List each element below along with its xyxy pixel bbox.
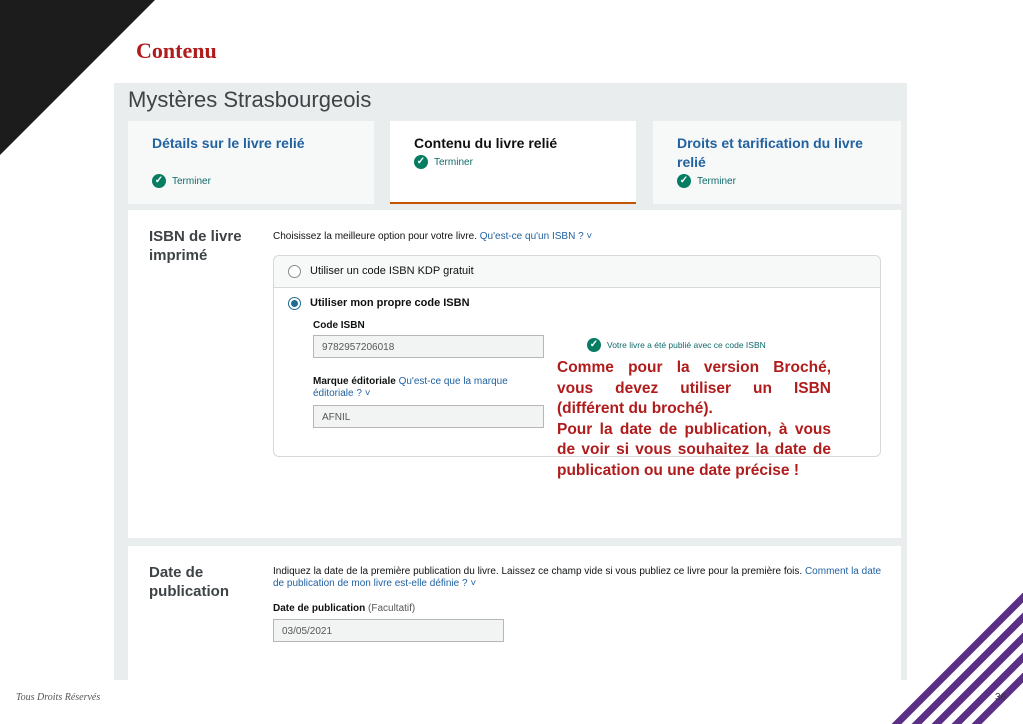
- chevron-down-icon: ˅: [467, 578, 477, 589]
- footer-copyright: Tous Droits Réservés: [16, 692, 101, 703]
- status-text: Terminer: [697, 175, 736, 187]
- date-intro: Indiquez la date de la première publicat…: [273, 566, 882, 589]
- option-own-label: Utiliser mon propre code ISBN: [310, 297, 470, 309]
- check-icon: ✓: [152, 174, 166, 188]
- isbn-published-message: ✓ Votre livre a été publié avec ce code …: [587, 338, 766, 352]
- publication-date-input[interactable]: 03/05/2021: [273, 619, 504, 642]
- date-field-label-row: Date de publication (Facultatif): [273, 603, 415, 614]
- check-icon: ✓: [414, 155, 428, 169]
- date-section-label: Date de publication: [149, 564, 229, 600]
- tab-label: Contenu du livre relié: [414, 135, 558, 151]
- optional-tag: (Facultatif): [368, 603, 416, 614]
- radio-free-isbn[interactable]: [288, 265, 301, 278]
- tab-hardcover-rights-pricing[interactable]: Droits et tarification du livre relié ✓ …: [653, 121, 901, 204]
- isbn-intro: Choisissez la meilleure option pour votr…: [273, 231, 593, 242]
- tab-status: ✓ Terminer: [414, 155, 473, 169]
- callout-line-1: Comme pour la version Broché, vous devez…: [557, 359, 831, 417]
- page-number: 36: [995, 692, 1007, 703]
- slide-title: Contenu: [136, 38, 217, 63]
- tab-status: ✓ Terminer: [677, 174, 736, 188]
- corner-stripes-decoration: [888, 589, 1023, 724]
- isbn-help-link[interactable]: Qu'est-ce qu'un ISBN ?: [480, 231, 584, 242]
- imprint-label-row: Marque éditoriale Qu'est-ce que la marqu…: [313, 376, 533, 400]
- radio-own-isbn[interactable]: [288, 297, 301, 310]
- publication-date-panel: Date de publication Indiquez la date de …: [128, 546, 901, 680]
- option-free-label: Utiliser un code ISBN KDP gratuit: [310, 265, 474, 277]
- tab-hardcover-content[interactable]: Contenu du livre relié ✓ Terminer: [390, 121, 636, 204]
- tab-label: Droits et tarification du livre relié: [677, 135, 863, 170]
- check-icon: ✓: [587, 338, 601, 352]
- tab-status: ✓ Terminer: [152, 174, 211, 188]
- isbn-input[interactable]: 9782957206018: [313, 335, 544, 358]
- imprint-field-label: Marque éditoriale: [313, 376, 396, 387]
- book-title: Mystères Strasbourgeois: [128, 87, 372, 112]
- chevron-down-icon: ˅: [361, 388, 371, 399]
- status-text: Terminer: [434, 156, 473, 168]
- check-icon: ✓: [677, 174, 691, 188]
- isbn-section-label: ISBN de livre imprimé: [149, 228, 242, 264]
- chevron-down-icon: ˅: [583, 231, 593, 242]
- tab-label: Détails sur le livre relié: [152, 135, 305, 151]
- callout-line-2: Pour la date de publication, à vous de v…: [557, 420, 831, 479]
- imprint-input[interactable]: AFNIL: [313, 405, 544, 428]
- option-free-isbn[interactable]: Utiliser un code ISBN KDP gratuit: [274, 256, 880, 288]
- status-text: Terminer: [172, 175, 211, 187]
- date-field-label: Date de publication: [273, 603, 366, 614]
- isbn-field-label: Code ISBN: [313, 320, 365, 331]
- annotation-callout: Comme pour la version Broché, vous devez…: [557, 358, 831, 481]
- tab-hardcover-details[interactable]: Détails sur le livre relié ✓ Terminer: [128, 121, 374, 204]
